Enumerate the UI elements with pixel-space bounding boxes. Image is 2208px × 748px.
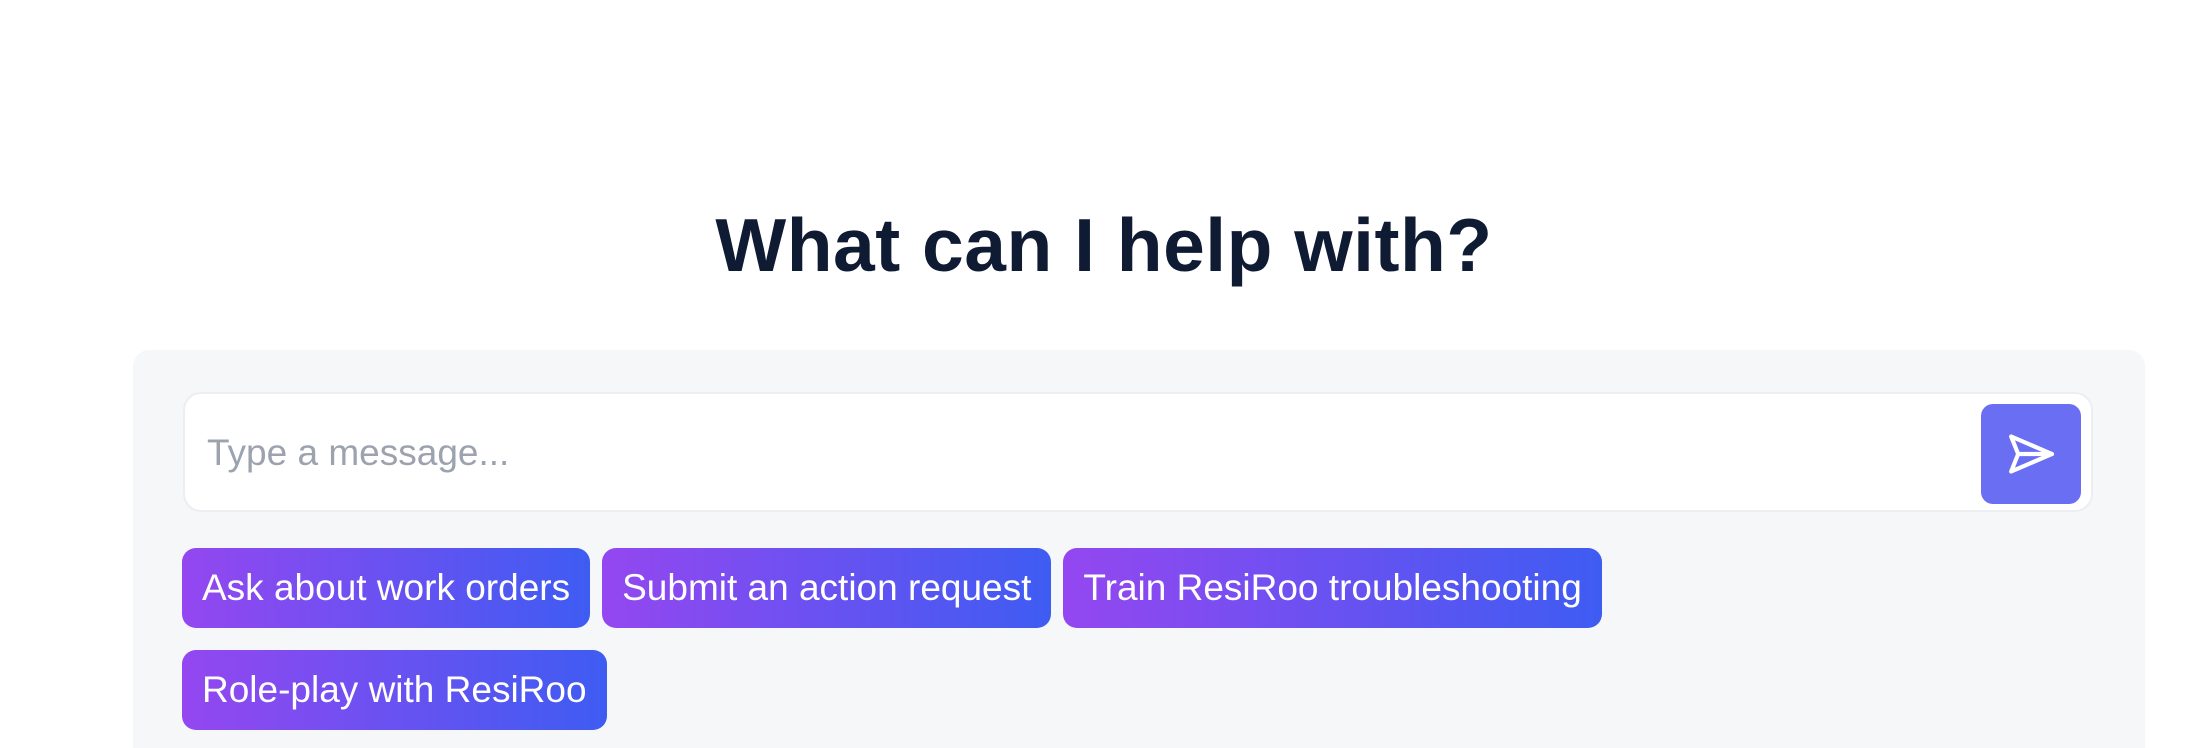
message-input[interactable] (205, 394, 1909, 512)
suggestion-action-request[interactable]: Submit an action request (602, 548, 1052, 628)
suggestion-chips: Ask about work orders Submit an action r… (182, 548, 2102, 748)
suggestion-row: Role-play with ResiRoo (182, 650, 2102, 730)
suggestion-row: Ask about work orders Submit an action r… (182, 548, 2102, 628)
send-button[interactable] (1981, 404, 2081, 504)
message-input-container (183, 392, 2093, 512)
chat-landing-page: What can I help with? Ask about work ord… (0, 0, 2208, 748)
page-title: What can I help with? (715, 203, 1493, 287)
suggestion-train-troubleshooting[interactable]: Train ResiRoo troubleshooting (1063, 548, 1602, 628)
suggestion-role-play[interactable]: Role-play with ResiRoo (182, 650, 607, 730)
send-icon (2009, 434, 2055, 474)
suggestion-work-orders[interactable]: Ask about work orders (182, 548, 591, 628)
composer-panel: Ask about work orders Submit an action r… (133, 350, 2145, 748)
